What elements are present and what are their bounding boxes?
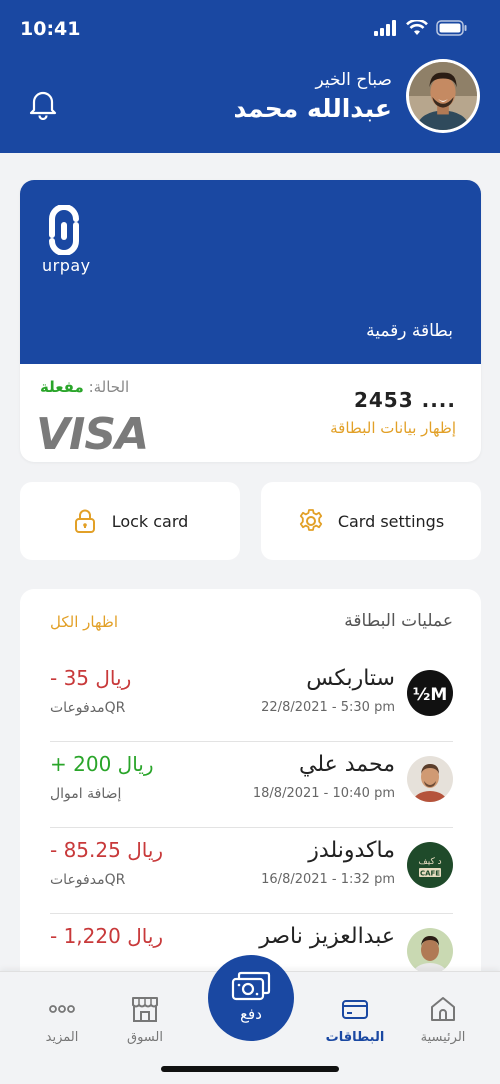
transaction-name: عبدالعزيز ناصر bbox=[259, 924, 395, 949]
transaction-date: 22/8/2021 - 5:30 pm bbox=[261, 700, 395, 715]
lock-card-button[interactable]: Lock card bbox=[20, 482, 240, 560]
tab-market-label: السوق bbox=[127, 1030, 163, 1045]
transaction-amount: - 1,220 ريال bbox=[50, 924, 164, 948]
tab-home-label: الرئيسية bbox=[420, 1030, 466, 1045]
card-face: urpay بطاقة رقمية bbox=[20, 180, 481, 364]
tab-home[interactable]: الرئيسية bbox=[398, 994, 488, 1045]
transaction-row[interactable]: د كيف CAFE ماكدونلدز 16/8/2021 - 1:32 pm… bbox=[50, 828, 453, 914]
user-name: عبدالله محمد bbox=[233, 94, 392, 123]
transaction-method: مدفوعاتQR bbox=[50, 700, 126, 716]
transaction-row[interactable]: محمد علي 18/8/2021 - 10:40 pm + 200 ريال… bbox=[50, 742, 453, 828]
pay-scan-icon bbox=[231, 971, 271, 1001]
transaction-method: إضافة اموال bbox=[50, 786, 122, 802]
svg-text:CAFE: CAFE bbox=[420, 870, 440, 878]
status-label: الحالة: bbox=[88, 378, 130, 396]
urpay-logo-icon bbox=[49, 205, 79, 255]
status-value: مفعلة bbox=[40, 378, 84, 396]
digital-card[interactable]: urpay بطاقة رقمية الحالة: مفعلة VISA 245… bbox=[20, 180, 481, 462]
status-time: 10:41 bbox=[20, 18, 81, 40]
svg-text:½M: ½M bbox=[413, 685, 448, 705]
battery-icon bbox=[436, 20, 467, 36]
transaction-date: 16/8/2021 - 1:32 pm bbox=[261, 872, 395, 887]
pay-button[interactable]: دفع bbox=[208, 955, 294, 1041]
tab-cards[interactable]: البطاقات bbox=[310, 994, 400, 1045]
app-header: 10:41 صباح الخير عبدالله محمد bbox=[0, 0, 500, 153]
card-number: 2453 .... bbox=[353, 388, 456, 412]
signal-icon bbox=[374, 20, 396, 36]
more-dots-icon bbox=[49, 1005, 75, 1013]
user-avatar[interactable] bbox=[406, 59, 480, 133]
transaction-amount: - 85.25 ريال bbox=[50, 838, 164, 862]
wifi-icon bbox=[406, 20, 428, 35]
greeting-text: صباح الخير bbox=[315, 70, 392, 90]
show-card-details-link[interactable]: إظهار بيانات البطاقة bbox=[330, 419, 456, 437]
card-status: الحالة: مفعلة bbox=[40, 378, 129, 396]
transaction-name: ماكدونلدز bbox=[308, 838, 395, 863]
transaction-name: ستاربكس bbox=[306, 666, 395, 691]
tab-cards-label: البطاقات bbox=[325, 1030, 385, 1045]
tab-market[interactable]: السوق bbox=[100, 994, 190, 1045]
cafe-logo-icon: د كيف CAFE bbox=[407, 842, 453, 888]
visa-logo: VISA bbox=[36, 411, 149, 453]
greeting-block: صباح الخير عبدالله محمد bbox=[234, 70, 392, 123]
home-indicator bbox=[161, 1066, 339, 1072]
transaction-amount: - 35 ريال bbox=[50, 666, 132, 690]
store-icon bbox=[132, 997, 158, 1022]
bell-icon[interactable] bbox=[28, 88, 58, 120]
transactions-panel: عمليات البطاقة اظهار الكل ½M ستاربكس 22/… bbox=[20, 589, 481, 1009]
transaction-amount: + 200 ريال bbox=[50, 752, 154, 776]
svg-text:د كيف: د كيف bbox=[418, 857, 441, 867]
lock-icon bbox=[74, 509, 95, 533]
show-all-link[interactable]: اظهار الكل bbox=[50, 613, 118, 631]
lock-card-label: Lock card bbox=[111, 511, 189, 531]
urpay-brand: urpay bbox=[42, 256, 91, 275]
card-settings-label: Card settings bbox=[337, 511, 445, 531]
transaction-row[interactable]: ½M ستاربكس 22/8/2021 - 5:30 pm - 35 ريال… bbox=[50, 656, 453, 742]
card-icon bbox=[342, 1000, 368, 1019]
card-type-label: بطاقة رقمية bbox=[366, 321, 453, 341]
person-avatar-icon bbox=[407, 756, 453, 802]
avatar-image bbox=[409, 62, 477, 130]
gear-icon bbox=[299, 509, 322, 531]
person-avatar-icon bbox=[407, 928, 453, 974]
pay-label: دفع bbox=[240, 1005, 262, 1023]
starbucks-logo-icon: ½M bbox=[407, 670, 453, 716]
home-icon bbox=[431, 997, 455, 1021]
tab-more[interactable]: المزيد bbox=[17, 994, 107, 1045]
card-settings-button[interactable]: Card settings bbox=[261, 482, 481, 560]
tab-more-label: المزيد bbox=[45, 1030, 79, 1045]
status-icons bbox=[374, 20, 468, 36]
transaction-method: مدفوعاتQR bbox=[50, 872, 126, 888]
transactions-title: عمليات البطاقة bbox=[344, 611, 453, 631]
transaction-name: محمد علي bbox=[299, 752, 395, 777]
svg-text:VISA: VISA bbox=[36, 411, 148, 453]
transaction-date: 18/8/2021 - 10:40 pm bbox=[252, 786, 395, 801]
